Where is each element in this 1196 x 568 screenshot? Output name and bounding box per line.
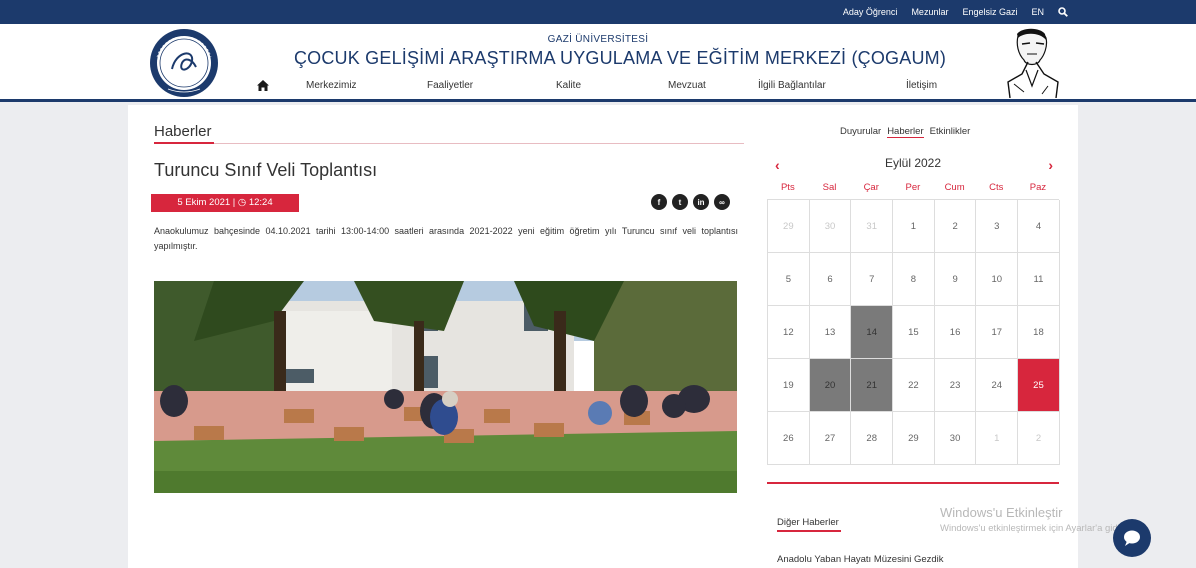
- main-content: Haberler Turuncu Sınıf Veli Toplantısı 5…: [128, 105, 1078, 568]
- watermark-line-1: Windows'u Etkinleştir: [940, 505, 1063, 520]
- calendar-day[interactable]: 29: [893, 412, 935, 465]
- weekday-label: Cts: [989, 182, 1004, 193]
- calendar-day[interactable]: 4: [1018, 200, 1060, 253]
- nav-ilgili-baglantilar[interactable]: İlgili Bağlantılar: [758, 80, 826, 91]
- ataturk-portrait: [1007, 28, 1059, 98]
- section-divider: [154, 143, 744, 144]
- calendar-day[interactable]: 9: [934, 253, 977, 306]
- calendar-day[interactable]: 16: [934, 306, 977, 359]
- other-news-title: Diğer Haberler: [777, 517, 839, 528]
- calendar-weekdays: Pts Sal Çar Per Cum Cts Paz: [767, 177, 1059, 199]
- tab-haberler[interactable]: Haberler: [887, 126, 924, 138]
- calendar-day[interactable]: 5: [768, 253, 810, 306]
- article-title: Turuncu Sınıf Veli Toplantısı: [154, 160, 378, 180]
- calendar-day[interactable]: 6: [809, 253, 852, 306]
- calendar-day[interactable]: 27: [809, 412, 852, 465]
- calendar-day[interactable]: 28: [851, 412, 894, 465]
- calendar-day[interactable]: 18: [1018, 306, 1060, 359]
- top-links: Aday Öğrenci Mezunlar Engelsiz Gazi EN: [843, 0, 1068, 24]
- section-title: Haberler: [154, 123, 212, 140]
- weekday-label: Sal: [822, 182, 837, 193]
- nav-faaliyetler[interactable]: Faaliyetler: [427, 80, 473, 91]
- weekday-label: Paz: [1029, 182, 1047, 193]
- calendar-day-event[interactable]: 14: [851, 306, 894, 359]
- calendar-grid: 29 30 31 1 2 3 4 5 6 7 8 9 10 11 12 13 1…: [767, 199, 1060, 465]
- calendar-day[interactable]: 30: [934, 412, 977, 465]
- nav-iletisim[interactable]: İletişim: [906, 80, 937, 91]
- watermark-line-2: Windows'u etkinleştirmek için Ayarlar'a …: [940, 523, 1128, 534]
- top-bar: Aday Öğrenci Mezunlar Engelsiz Gazi EN: [0, 0, 1196, 24]
- nav-mevzuat[interactable]: Mevzuat: [668, 80, 706, 91]
- link-icon[interactable]: ∞: [714, 194, 730, 210]
- chat-icon: [1124, 530, 1140, 546]
- calendar-day[interactable]: 2: [1018, 412, 1060, 465]
- linkedin-icon[interactable]: in: [693, 194, 709, 210]
- sidebar-tabs: Duyurular Haberler Etkinlikler: [840, 126, 970, 138]
- other-news-underline: [777, 530, 841, 532]
- calendar: ‹ Eylül 2022 › Pts Sal Çar Per Cum Cts P…: [767, 153, 1060, 465]
- calendar-day[interactable]: 1: [893, 200, 935, 253]
- calendar-day[interactable]: 15: [893, 306, 935, 359]
- twitter-icon[interactable]: t: [672, 194, 688, 210]
- windows-activation-watermark: Windows'u Etkinleştir Windows'u etkinleş…: [940, 505, 1128, 534]
- link-language-en[interactable]: EN: [1031, 7, 1044, 17]
- calendar-day[interactable]: 26: [768, 412, 810, 465]
- tab-duyurular[interactable]: Duyurular: [840, 126, 881, 138]
- calendar-month: Eylül 2022: [884, 156, 942, 170]
- site-header: GAZİ ÜNİVERSİTESİ ÇOCUK GELİŞİMİ ARAŞTIR…: [0, 24, 1196, 102]
- article-body: Anaokulumuz bahçesinde 04.10.2021 tarihi…: [154, 226, 738, 251]
- calendar-day[interactable]: 31: [851, 200, 894, 253]
- weekday-label: Pts: [780, 182, 795, 193]
- calendar-day[interactable]: 8: [893, 253, 935, 306]
- tab-etkinlikler[interactable]: Etkinlikler: [930, 126, 971, 138]
- calendar-day[interactable]: 17: [976, 306, 1019, 359]
- calendar-day[interactable]: 12: [768, 306, 810, 359]
- link-engelsiz-gazi[interactable]: Engelsiz Gazi: [962, 7, 1017, 17]
- calendar-day[interactable]: 23: [934, 359, 977, 412]
- calendar-day-event[interactable]: 21: [851, 359, 894, 412]
- search-icon[interactable]: [1058, 7, 1068, 17]
- facebook-icon[interactable]: f: [651, 194, 667, 210]
- date-badge: 5 Ekim 2021 | ◷ 12:24: [151, 194, 299, 212]
- calendar-day-event[interactable]: 20: [809, 359, 852, 412]
- chat-button[interactable]: [1113, 519, 1151, 557]
- calendar-header: ‹ Eylül 2022 ›: [767, 153, 1059, 177]
- weekday-label: Cum: [944, 182, 965, 193]
- share-icons: f t in ∞: [651, 194, 730, 210]
- calendar-day[interactable]: 3: [976, 200, 1019, 253]
- calendar-next-button[interactable]: ›: [1048, 157, 1053, 173]
- calendar-day-today[interactable]: 25: [1018, 359, 1060, 412]
- calendar-day[interactable]: 19: [768, 359, 810, 412]
- calendar-day[interactable]: 13: [809, 306, 852, 359]
- calendar-day[interactable]: 7: [851, 253, 894, 306]
- calendar-day[interactable]: 22: [893, 359, 935, 412]
- calendar-day[interactable]: 2: [934, 200, 977, 253]
- calendar-day[interactable]: 24: [976, 359, 1019, 412]
- nav-merkezimiz[interactable]: Merkezimiz: [306, 80, 357, 91]
- link-aday-ogrenci[interactable]: Aday Öğrenci: [843, 7, 898, 17]
- nav-kalite[interactable]: Kalite: [556, 80, 581, 91]
- link-mezunlar[interactable]: Mezunlar: [911, 7, 948, 17]
- calendar-day[interactable]: 29: [768, 200, 810, 253]
- calendar-day[interactable]: 11: [1018, 253, 1060, 306]
- calendar-day[interactable]: 30: [809, 200, 852, 253]
- calendar-day[interactable]: 1: [976, 412, 1019, 465]
- section-divider-accent: [154, 142, 214, 144]
- article-photo: [154, 281, 737, 493]
- weekday-label: Çar: [863, 182, 879, 193]
- weekday-label: Per: [905, 182, 921, 193]
- calendar-day[interactable]: 10: [976, 253, 1019, 306]
- other-news-item[interactable]: Anadolu Yaban Hayatı Müzesini Gezdik: [777, 554, 944, 565]
